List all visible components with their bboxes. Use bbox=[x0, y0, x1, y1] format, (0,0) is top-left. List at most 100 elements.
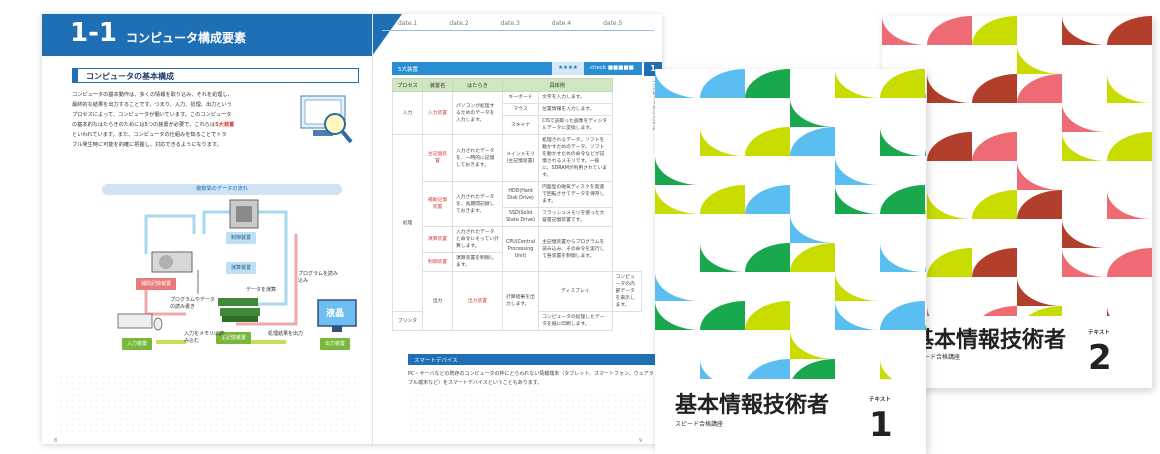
date-label: date.2 bbox=[449, 20, 469, 27]
monitor-text: 液晶 bbox=[326, 309, 345, 319]
five-units-table: プロセス 装置名 はたらき 具体例 入力 入力装置 パソコンが処理するためのデー… bbox=[392, 78, 643, 331]
pattern-shape bbox=[972, 248, 1062, 306]
chapter-title: コンピュータ構成要素 bbox=[126, 31, 247, 45]
pattern-shape bbox=[792, 359, 835, 379]
importance-stars: ★★★★ bbox=[552, 62, 584, 75]
output-device-label: 出力装置 bbox=[320, 338, 351, 350]
book-spread: 1-1 コンピュータ構成要素 date.1 date.2 date.3 date… bbox=[42, 14, 662, 444]
keyword-title: 5大装置 bbox=[398, 67, 418, 73]
pattern-shape bbox=[1107, 74, 1152, 103]
output-res-label: 処理結果を出力 bbox=[268, 331, 304, 337]
keyword-header: 5大装置 ★★★★ check ■■■■■ bbox=[392, 62, 642, 75]
pattern-shape bbox=[835, 185, 925, 214]
aux-storage-label: 補助記憶装置 bbox=[136, 278, 177, 290]
data-exch-label: データを演算 bbox=[246, 287, 277, 293]
keyboard-mouse-icon bbox=[117, 313, 163, 331]
pattern-shape bbox=[1062, 16, 1152, 45]
arith-unit-label: 演算装置 bbox=[226, 262, 257, 274]
prog-read-label: プログラムを読み込み bbox=[298, 271, 338, 284]
section-heading: コンピュータの基本構成 bbox=[72, 68, 359, 83]
pattern-shape bbox=[972, 16, 1062, 74]
cover-title: 基本情報技術者 bbox=[912, 328, 1067, 353]
pattern-shape bbox=[927, 190, 1017, 219]
pattern-shape bbox=[880, 243, 926, 272]
body-line: といわれています。また、コンピュータの仕組みを知ることでトラ bbox=[72, 132, 227, 138]
date-label: date.5 bbox=[603, 20, 623, 27]
table-row: 入力 入力装置 パソコンが処理するためのデータを入力します。 キーボード 文字を… bbox=[392, 91, 642, 135]
check-boxes: check ■■■■■ bbox=[590, 65, 634, 71]
cpu-chip-icon bbox=[229, 199, 259, 229]
table-row: 演算装置 入力されたデータと命令にそってい計算します。 CPU(Central … bbox=[393, 226, 642, 272]
section-title: コンピュータの基本構成 bbox=[86, 72, 174, 81]
pattern-shape bbox=[925, 324, 926, 330]
five-units-diagram: 制御装置 演算装置 補助記憶装置 主記憶装置 入力装置 液晶 出力装置 プログラ… bbox=[86, 194, 357, 364]
pattern-shape bbox=[1028, 306, 1062, 316]
cover-info: 基本情報技術者 スピード合格講座 テキスト 1 bbox=[655, 379, 926, 454]
cover-volume-number: 1 bbox=[869, 405, 893, 445]
pattern-shape bbox=[1017, 74, 1107, 132]
highlight-term: 5大装置 bbox=[215, 122, 235, 128]
cover-volume-number: 2 bbox=[1088, 338, 1112, 378]
pattern-shape bbox=[655, 69, 745, 98]
body-line: ブル発生時に可能を的確に把握し、対応できるようになります。 bbox=[72, 142, 222, 148]
book-cover-1: 基本情報技術者 スピード合格講座 テキスト 1 bbox=[655, 69, 926, 454]
pattern-shape bbox=[927, 74, 1017, 103]
pattern-shape bbox=[655, 185, 745, 214]
table-row: 補助記憶装置 入力されたデータを、長期間記録しておきます。 HDD(Hard D… bbox=[393, 181, 642, 227]
date-row: date.1 date.2 date.3 date.4 date.5 bbox=[398, 20, 622, 27]
pattern-shape bbox=[1107, 306, 1110, 316]
pattern-shape bbox=[655, 301, 745, 330]
pattern-shape bbox=[700, 359, 790, 379]
pattern-shape bbox=[835, 69, 925, 98]
pattern-shape bbox=[835, 301, 925, 330]
page-number-left: 8 bbox=[54, 438, 58, 444]
body-line: 最終的な結果を出力することです。つまり、入力、処理、出力という bbox=[72, 102, 232, 108]
smart-device-header: スマートデバイス bbox=[408, 354, 662, 365]
pattern-shape bbox=[1107, 190, 1152, 219]
column-header: はたらき bbox=[452, 78, 503, 92]
pattern-shape bbox=[972, 132, 1062, 190]
pattern-shape bbox=[880, 359, 893, 379]
pattern-shape bbox=[925, 92, 926, 98]
pattern-shape bbox=[790, 243, 880, 301]
pattern-shape bbox=[745, 69, 835, 127]
pattern-shape bbox=[1062, 132, 1152, 161]
hdd-icon bbox=[151, 251, 193, 273]
pattern-shape bbox=[882, 16, 972, 45]
cover-text-label: テキスト bbox=[869, 397, 891, 403]
body-line: プロセスによって、コンピュータが働いています。このコンピュータ bbox=[72, 112, 232, 118]
note-grid-right bbox=[408, 392, 648, 432]
pattern-shape bbox=[1062, 248, 1152, 277]
pattern-shape bbox=[745, 185, 835, 243]
smart-device-title: スマートデバイス bbox=[414, 358, 458, 364]
pattern-shape bbox=[790, 127, 880, 185]
date-label: date.3 bbox=[500, 20, 520, 27]
pattern-shape bbox=[925, 208, 926, 214]
pattern-shape bbox=[745, 301, 835, 359]
column-header: プロセス bbox=[392, 78, 423, 92]
body-paragraph: コンピュータの基本動作は、多くの情報を取り込み、それを処理し、 最終的な結果を出… bbox=[72, 90, 282, 150]
body-line: の基本的なはたらきのためには5つの装置が必要で、これらは5大装置 bbox=[72, 122, 235, 128]
table-header-row: プロセス 装置名 はたらき 具体例 bbox=[392, 78, 642, 92]
input-mem-label: 入力をメモリに読み込む bbox=[184, 331, 225, 344]
pattern-shape bbox=[655, 243, 700, 301]
cover-title: 基本情報技術者 bbox=[675, 393, 830, 418]
date-label: date.4 bbox=[551, 20, 572, 27]
pattern-shape bbox=[1017, 190, 1107, 248]
table-row: 処理 主記憶装置 入力されたデータを、一時的に記憶しておきます。 メインメモリ(… bbox=[392, 134, 642, 312]
note-grid-left bbox=[58, 374, 358, 434]
date-divider bbox=[382, 30, 654, 31]
pattern-shape bbox=[655, 127, 700, 185]
prog-write-label: プログラムやデータの読み書き bbox=[170, 297, 215, 310]
cover-pattern bbox=[655, 69, 926, 379]
pattern-shape bbox=[880, 127, 926, 156]
table-row: 出力 出力装置 計算結果を出力します。 ディスプレイ コンピュータの内部データを… bbox=[393, 271, 643, 331]
cover-publisher: スピード合格講座 bbox=[675, 421, 724, 428]
date-label: date.1 bbox=[398, 20, 418, 27]
column-header: 具体例 bbox=[502, 78, 613, 92]
pattern-shape bbox=[700, 243, 790, 272]
magnifier-computer-illustration bbox=[300, 95, 353, 144]
column-header: 装置名 bbox=[422, 78, 453, 92]
memory-module-icon bbox=[218, 298, 260, 322]
cover-text-label: テキスト bbox=[1088, 330, 1110, 336]
